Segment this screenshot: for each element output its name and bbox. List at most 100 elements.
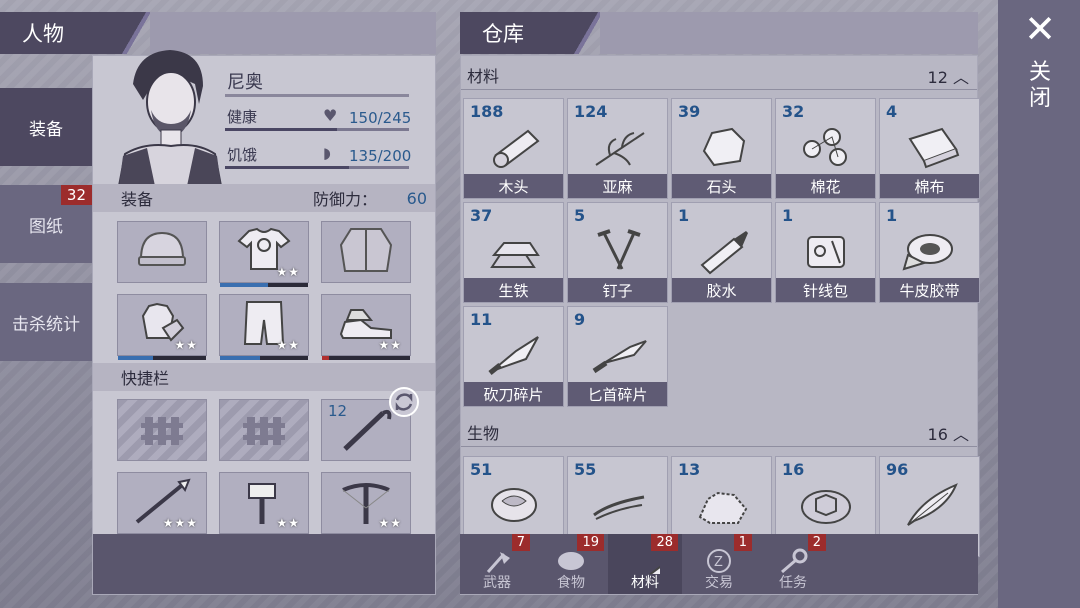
log-icon: [486, 121, 544, 171]
hotbar-slot[interactable]: ★★: [321, 472, 411, 538]
equipment-slot[interactable]: ★★: [117, 294, 207, 360]
equipment-slot[interactable]: [321, 221, 411, 283]
hotbar-slot[interactable]: ★★: [219, 472, 309, 538]
swap-icon[interactable]: [388, 386, 420, 418]
equipment-slot[interactable]: ★★: [321, 294, 411, 360]
inventory-item[interactable]: 11 砍刀碎片: [463, 306, 564, 407]
star-rating: ★★: [276, 265, 300, 279]
name-underline: [225, 94, 409, 97]
beanie-icon: [133, 225, 191, 279]
item-quantity: 1: [678, 206, 690, 225]
equipment-slot[interactable]: [117, 221, 207, 283]
bottom-tab[interactable]: Z 1 交易: [682, 534, 756, 594]
durability-bar: [220, 283, 308, 287]
bottom-tab[interactable]: 2 任务: [756, 534, 830, 594]
item-name: 木头: [464, 174, 563, 198]
equipment-section-header: 装备 防御力： 60: [93, 184, 435, 212]
inventory-item[interactable]: 32 棉花: [775, 98, 876, 199]
badge-count: 28: [651, 534, 678, 551]
item-name: 针线包: [776, 278, 875, 302]
nails-icon: [590, 225, 648, 275]
tab-blueprints[interactable]: 图纸 32: [0, 185, 92, 263]
hotbar-slot[interactable]: [117, 399, 207, 461]
item-quantity: 5: [574, 206, 586, 225]
item-quantity: 1: [782, 206, 794, 225]
bottom-tab-label: 武器: [483, 575, 511, 591]
tab-label: 图纸: [29, 216, 63, 237]
machete-shard-icon: [486, 329, 544, 379]
item-quantity: 124: [574, 102, 608, 121]
header-accent: [550, 12, 606, 54]
character-name: 尼奥: [227, 72, 263, 93]
bottom-tab[interactable]: 28 材料: [608, 534, 684, 595]
creatures-category-header[interactable]: 生物 16 ︿: [461, 417, 977, 447]
iron-ingot-icon: [486, 225, 544, 275]
hotbar-label: 快捷栏: [121, 369, 170, 388]
locked-icon: [235, 403, 293, 457]
slot-quantity: 12: [328, 402, 348, 420]
equipment-slot[interactable]: ★★: [219, 294, 309, 360]
inventory-item[interactable]: 1 胶水: [671, 202, 772, 303]
materials-category-header[interactable]: 材料 12 ︿: [461, 60, 977, 90]
stomach-icon: ◗: [323, 144, 331, 162]
locked-icon: [133, 403, 191, 457]
badge-count: 2: [807, 534, 826, 551]
duct-tape-icon: [902, 225, 960, 275]
panel-title: 仓库: [482, 22, 524, 46]
badge-count: 19: [577, 534, 604, 551]
jacket-icon: [337, 225, 395, 279]
log-icon: [630, 548, 684, 595]
equipment-label: 装备: [121, 190, 154, 209]
hotbar-slot[interactable]: ★★★: [117, 472, 207, 538]
hunger-value: 135/200: [349, 147, 412, 165]
durability-bar: [220, 356, 308, 360]
close-icon[interactable]: ✕: [1018, 10, 1062, 48]
badge-count: 32: [60, 185, 92, 205]
inventory-item[interactable]: 5 钉子: [567, 202, 668, 303]
header-strip: [600, 12, 978, 54]
tab-kill-stats[interactable]: 击杀统计: [0, 283, 92, 361]
star-rating: ★★: [276, 338, 300, 352]
bottom-tab[interactable]: 19 食物: [534, 534, 608, 594]
inventory-item[interactable]: 124 亚麻: [567, 98, 668, 199]
category-label: 生物: [467, 423, 500, 443]
panel-title: 人物: [22, 22, 64, 46]
item-name: 牛皮胶带: [880, 278, 979, 302]
item-quantity: 188: [470, 102, 504, 121]
chevron-up-icon: ︿: [952, 425, 969, 444]
inventory-item[interactable]: 9 匕首碎片: [567, 306, 668, 407]
inventory-item[interactable]: 1 牛皮胶带: [879, 202, 980, 303]
defense-value: 60: [406, 188, 427, 208]
hotbar-section-header: 快捷栏: [93, 363, 435, 391]
item-name: 匕首碎片: [568, 382, 667, 406]
flax-icon: [590, 121, 648, 171]
item-quantity: 11: [470, 310, 493, 329]
bottom-tab-label: 食物: [557, 575, 585, 591]
sinew-icon: [590, 479, 648, 529]
category-count: 12 ︿: [927, 68, 969, 87]
item-quantity: 96: [886, 460, 909, 479]
inventory-item[interactable]: 37 生铁: [463, 202, 564, 303]
item-name: 棉花: [776, 174, 875, 198]
bottom-tab-label: 材料: [631, 575, 659, 591]
item-quantity: 1: [886, 206, 898, 225]
bottom-tab[interactable]: 7 武器: [460, 534, 534, 594]
inventory-item[interactable]: 39 石头: [671, 98, 772, 199]
hotbar-slot[interactable]: [219, 399, 309, 461]
inventory-item[interactable]: 1 针线包: [775, 202, 876, 303]
item-quantity: 51: [470, 460, 493, 479]
item-name: 生铁: [464, 278, 563, 302]
chevron-up-icon: ︿: [952, 68, 969, 87]
health-bar: [225, 128, 409, 131]
item-quantity: 37: [470, 206, 493, 225]
tab-equipment[interactable]: 装备: [0, 88, 92, 166]
inventory-item[interactable]: 188 木头: [463, 98, 564, 199]
equipment-slot[interactable]: ★★: [219, 221, 309, 287]
character-header: 人物: [0, 12, 154, 54]
warehouse-header: 仓库: [460, 12, 606, 54]
inventory-item[interactable]: 4 棉布: [879, 98, 980, 199]
tab-label: 击杀统计: [12, 314, 80, 335]
item-name: 钉子: [568, 278, 667, 302]
close-button-label[interactable]: 关闭: [1028, 60, 1052, 112]
item-quantity: 13: [678, 460, 701, 479]
